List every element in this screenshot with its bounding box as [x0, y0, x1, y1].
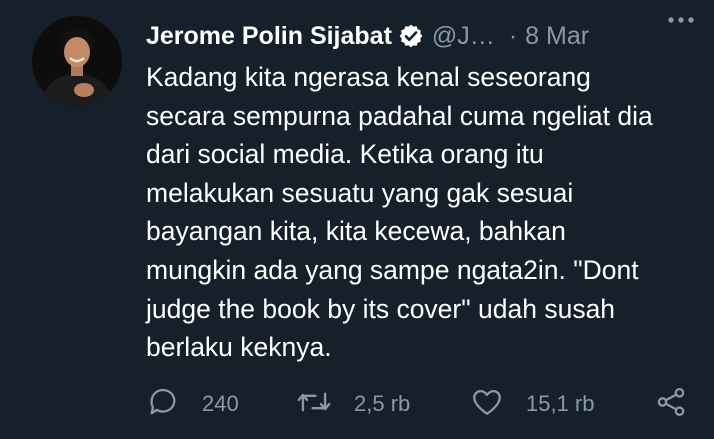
retweet-count: 2,5 rb: [354, 391, 411, 416]
retweet-icon: [296, 385, 332, 423]
tweet-header: Jerome Polin Sijabat @J… · 8 Mar: [146, 18, 706, 54]
reply-icon: [146, 385, 180, 423]
share-button[interactable]: [654, 384, 688, 424]
tweet-actions: 240 2,5 rb 15,1 rb: [146, 384, 692, 424]
author-handle[interactable]: @J…: [432, 22, 495, 51]
more-options-icon[interactable]: [664, 8, 698, 32]
reply-button[interactable]: 240: [146, 384, 239, 424]
tweet[interactable]: Jerome Polin Sijabat @J… · 8 Mar Kadang …: [0, 0, 714, 439]
tweet-date[interactable]: 8 Mar: [525, 22, 589, 51]
avatar[interactable]: [32, 16, 122, 106]
header-separator: ·: [508, 21, 518, 50]
heart-icon: [470, 385, 504, 423]
like-count: 15,1 rb: [526, 391, 595, 416]
share-icon: [654, 385, 688, 423]
reply-count: 240: [202, 391, 239, 416]
verified-badge-icon: [398, 23, 424, 49]
like-button[interactable]: 15,1 rb: [470, 384, 595, 424]
author-name[interactable]: Jerome Polin Sijabat: [146, 22, 392, 51]
avatar-image: [32, 16, 122, 106]
tweet-text: Kadang kita ngerasa kenal seseorang seca…: [146, 62, 653, 363]
retweet-button[interactable]: 2,5 rb: [296, 384, 410, 424]
